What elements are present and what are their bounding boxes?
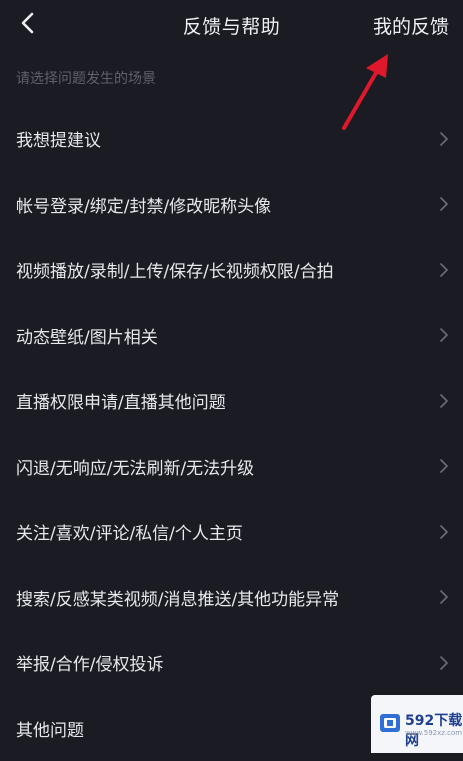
chevron-right-icon [439, 262, 449, 278]
list-item-report[interactable]: 举报/合作/侵权投诉 [0, 630, 463, 696]
list-item-label: 帐号登录/绑定/封禁/修改昵称头像 [16, 192, 271, 217]
list-item-social[interactable]: 关注/喜欢/评论/私信/个人主页 [0, 499, 463, 565]
section-hint: 请选择问题发生的场景 [16, 68, 156, 88]
list-item-label: 直播权限申请/直播其他问题 [16, 388, 226, 413]
my-feedback-button[interactable]: 我的反馈 [373, 12, 449, 39]
list-item-account[interactable]: 帐号登录/绑定/封禁/修改昵称头像 [0, 172, 463, 238]
scenario-list: 我想提建议 帐号登录/绑定/封禁/修改昵称头像 视频播放/录制/上传/保存/长视… [0, 106, 463, 761]
top-bar: 反馈与帮助 我的反馈 [0, 0, 463, 52]
list-item-wallpaper[interactable]: 动态壁纸/图片相关 [0, 303, 463, 369]
list-item-search[interactable]: 搜索/反感某类视频/消息推送/其他功能异常 [0, 565, 463, 631]
list-item-label: 视频播放/录制/上传/保存/长视频权限/合拍 [16, 257, 334, 282]
list-item-label: 搜索/反感某类视频/消息推送/其他功能异常 [16, 585, 339, 610]
list-item-label: 关注/喜欢/评论/私信/个人主页 [16, 519, 243, 544]
list-item-crash[interactable]: 闪退/无响应/无法刷新/无法升级 [0, 434, 463, 500]
chevron-right-icon [439, 196, 449, 212]
chevron-right-icon [439, 458, 449, 474]
list-item-label: 其他问题 [16, 716, 84, 741]
chevron-right-icon [439, 393, 449, 409]
chevron-right-icon [439, 589, 449, 605]
list-item-suggestion[interactable]: 我想提建议 [0, 106, 463, 172]
list-item-video[interactable]: 视频播放/录制/上传/保存/长视频权限/合拍 [0, 237, 463, 303]
watermark-url: www.592xz.com [405, 729, 462, 737]
watermark-logo-icon [379, 711, 401, 735]
list-item-label: 动态壁纸/图片相关 [16, 323, 158, 348]
chevron-right-icon [439, 655, 449, 671]
list-item-label: 闪退/无响应/无法刷新/无法升级 [16, 454, 254, 479]
list-item-label: 举报/合作/侵权投诉 [16, 650, 163, 675]
list-item-label: 我想提建议 [16, 126, 101, 151]
list-item-live[interactable]: 直播权限申请/直播其他问题 [0, 368, 463, 434]
chevron-right-icon [439, 131, 449, 147]
chevron-right-icon [439, 327, 449, 343]
site-watermark: 592下载网 www.592xz.com [371, 695, 463, 753]
chevron-right-icon [439, 524, 449, 540]
